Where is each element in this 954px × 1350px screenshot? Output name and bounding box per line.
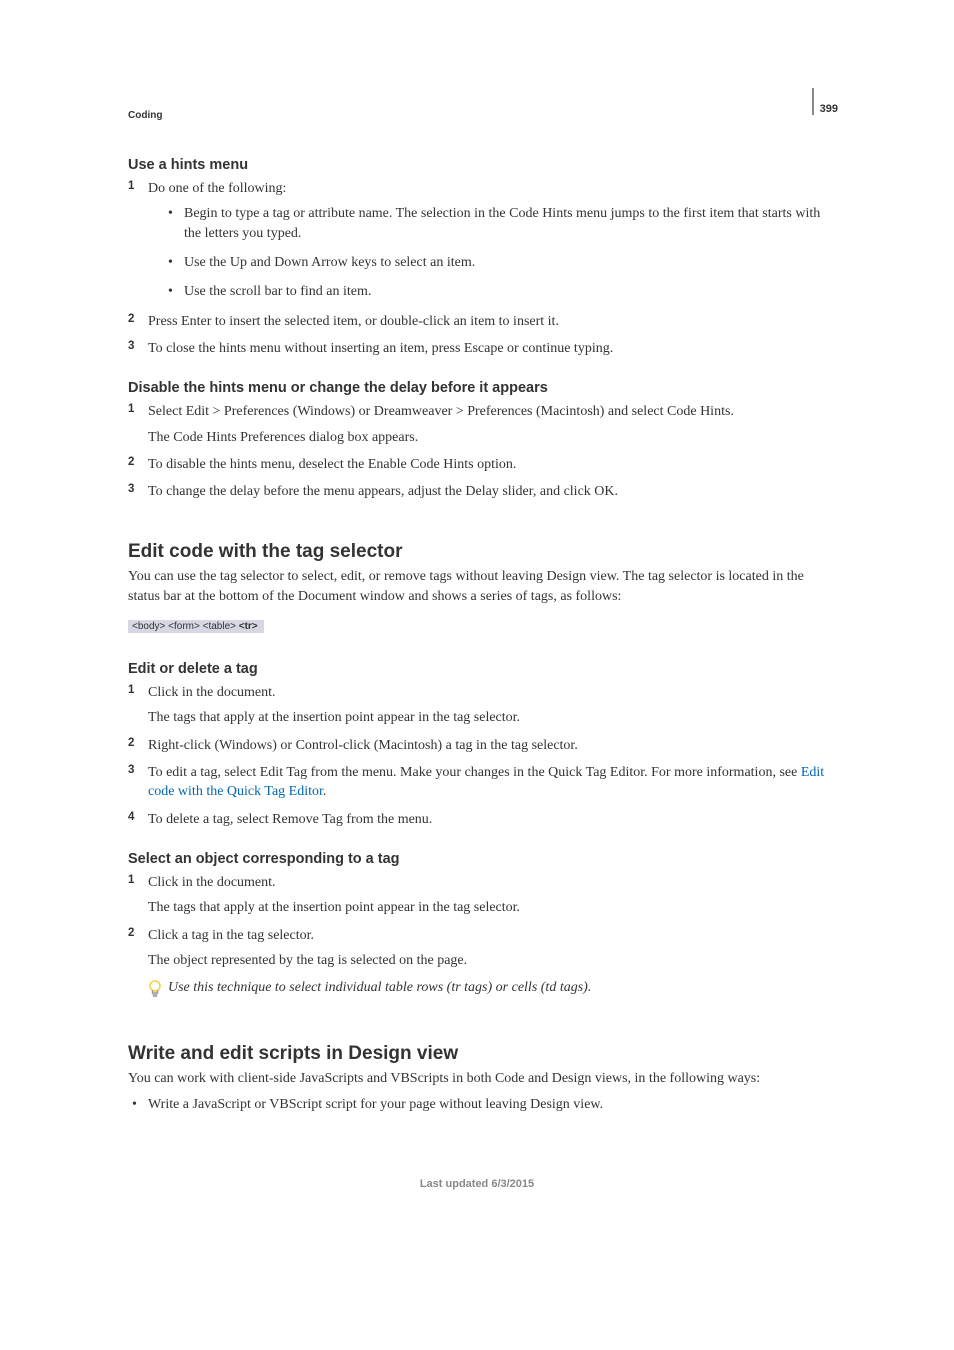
step-text: Click in the document. [148,875,276,890]
step-number: 1 [128,402,134,418]
step-item: 2 Press Enter to insert the selected ite… [128,312,826,331]
step-text: To edit a tag, select Edit Tag from the … [148,765,824,799]
step-number: 2 [128,312,134,328]
step-item: 1 Click in the document. The tags that a… [128,873,826,918]
bullet-item: Write a JavaScript or VBScript script fo… [128,1095,826,1114]
step-number: 2 [128,736,134,752]
step-number: 3 [128,339,134,355]
page-number: 399 [812,88,838,115]
tag-bar-active: <tr> [239,621,258,632]
step-item: 4 To delete a tag, select Remove Tag fro… [128,810,826,829]
step-number: 3 [128,482,134,498]
step-text: Click in the document. [148,685,276,700]
step-item: 3 To change the delay before the menu ap… [128,482,826,501]
paragraph-tagselector-intro: You can use the tag selector to select, … [128,567,826,606]
tag-bar-tags: <body> <form> <table> [132,621,236,632]
step-number: 2 [128,455,134,471]
paragraph-scripts-intro: You can work with client-side JavaScript… [128,1069,826,1088]
step-number: 1 [128,873,134,889]
heading-select-object: Select an object corresponding to a tag [128,851,826,867]
step-number: 4 [128,810,134,826]
bullet-item: Use the Up and Down Arrow keys to select… [168,253,826,272]
tip-text: Use this technique to select individual … [168,978,591,997]
step-text: Select Edit > Preferences (Windows) or D… [148,404,734,419]
step-text: Press Enter to insert the selected item,… [148,314,559,329]
step-item: 3 To edit a tag, select Edit Tag from th… [128,763,826,802]
step-follow-text: The tags that apply at the insertion poi… [148,708,826,727]
step-text: To delete a tag, select Remove Tag from … [148,812,432,827]
heading-write-edit-scripts: Write and edit scripts in Design view [128,1043,826,1065]
step-text: To change the delay before the menu appe… [148,484,618,499]
step-text: To close the hints menu without insertin… [148,341,613,356]
step-item: 1 Select Edit > Preferences (Windows) or… [128,402,826,447]
step-text: Right-click (Windows) or Control-click (… [148,738,578,753]
heading-disable-hints: Disable the hints menu or change the del… [128,380,826,396]
footer-last-updated: Last updated 6/3/2015 [128,1178,826,1190]
step-item: 2 To disable the hints menu, deselect th… [128,455,826,474]
step-item: 1 Do one of the following: Begin to type… [128,179,826,302]
step-number: 3 [128,763,134,779]
step-follow-text: The tags that apply at the insertion poi… [148,898,826,917]
step-item: 2 Right-click (Windows) or Control-click… [128,736,826,755]
heading-edit-delete-tag: Edit or delete a tag [128,661,826,677]
step-number: 1 [128,179,134,195]
lightbulb-icon [148,980,162,1003]
heading-use-hints-menu: Use a hints menu [128,157,826,173]
step-number: 2 [128,926,134,942]
step-item: 2 Click a tag in the tag selector. The o… [128,926,826,971]
step-item: 1 Click in the document. The tags that a… [128,683,826,728]
breadcrumb: Coding [128,110,826,121]
step-text: Do one of the following: [148,181,286,196]
step-number: 1 [128,683,134,699]
bullet-item: Begin to type a tag or attribute name. T… [168,204,826,243]
tip-callout: Use this technique to select individual … [148,978,826,1003]
bullet-item: Use the scroll bar to find an item. [168,282,826,301]
tag-selector-image: <body> <form> <table> <tr> [128,620,264,633]
step-item: 3 To close the hints menu without insert… [128,339,826,358]
step-follow-text: The object represented by the tag is sel… [148,951,826,970]
heading-edit-code-tag-selector: Edit code with the tag selector [128,541,826,563]
step-follow-text: The Code Hints Preferences dialog box ap… [148,428,826,447]
step-text: To disable the hints menu, deselect the … [148,457,516,472]
step-text: Click a tag in the tag selector. [148,928,314,943]
